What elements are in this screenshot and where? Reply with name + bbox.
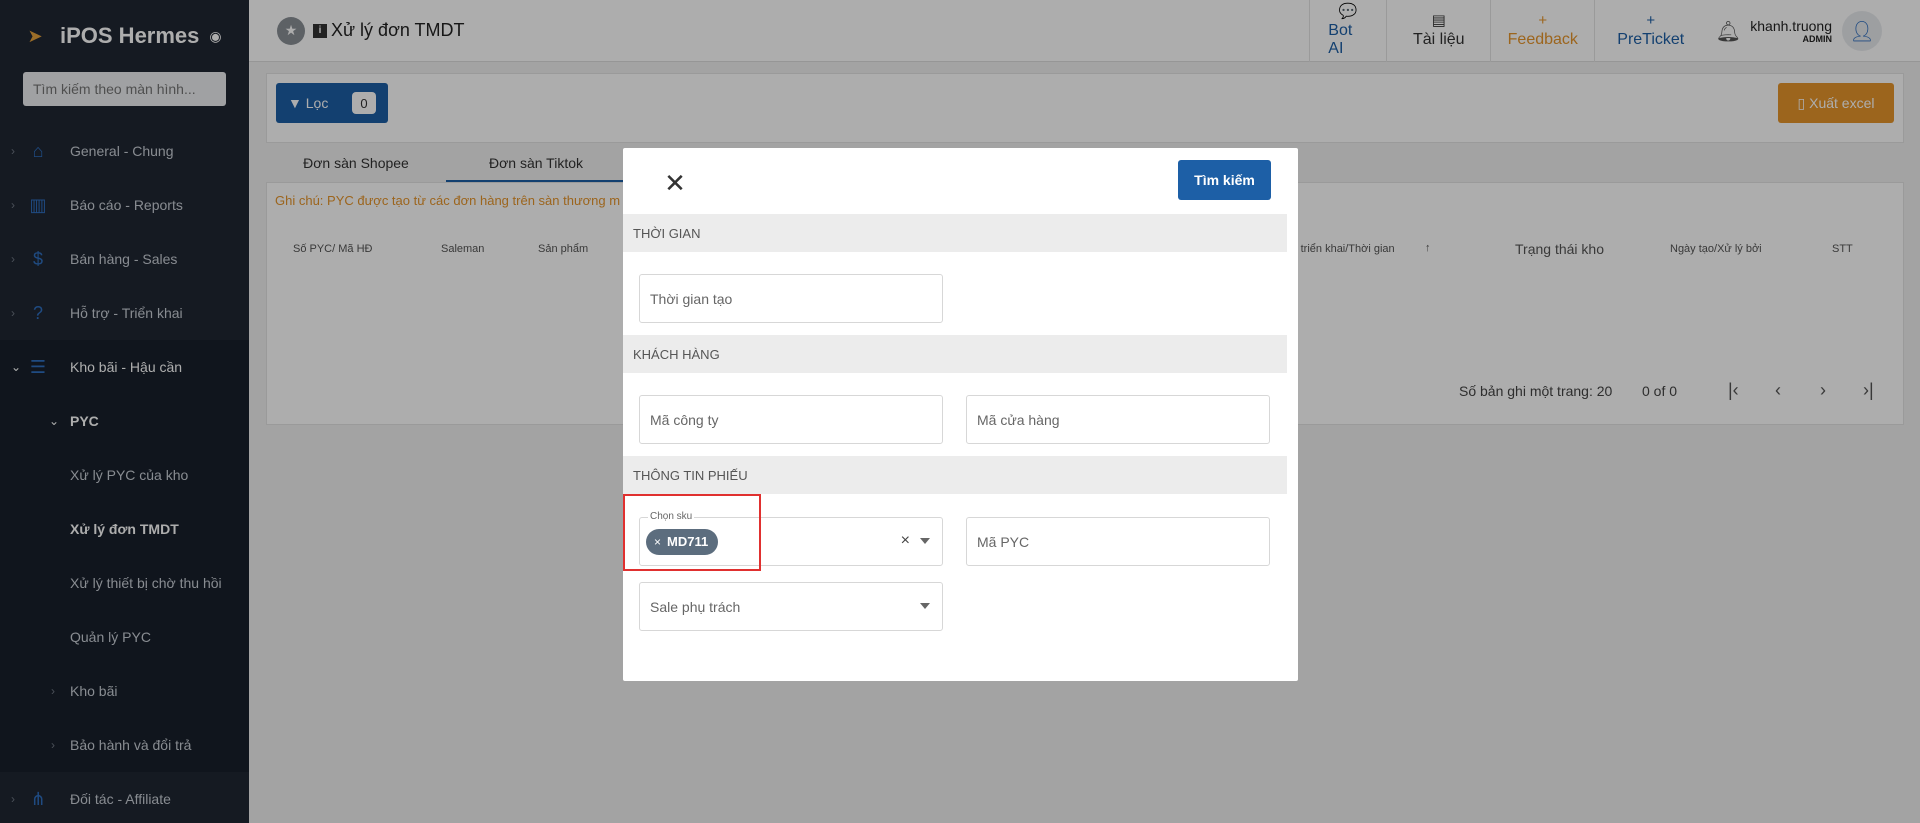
field-placeholder: Thời gian tạo xyxy=(650,290,733,307)
created-time-field[interactable]: Thời gian tạo xyxy=(639,274,943,323)
search-modal: ✕ Tìm kiếm THỜI GIAN Thời gian tạo KHÁCH… xyxy=(623,148,1298,681)
field-placeholder: Mã PYC xyxy=(977,533,1030,550)
company-code-field[interactable]: Mã công ty xyxy=(639,395,943,444)
field-placeholder: Mã cửa hàng xyxy=(977,411,1060,428)
field-placeholder: Mã công ty xyxy=(650,411,719,428)
search-button[interactable]: Tìm kiếm xyxy=(1178,160,1271,200)
chevron-down-icon[interactable] xyxy=(920,603,930,609)
sale-owner-select[interactable]: Sale phụ trách xyxy=(639,582,943,631)
section-customer: KHÁCH HÀNG xyxy=(623,335,1287,373)
section-ticket-info: THÔNG TIN PHIẾU xyxy=(623,456,1287,494)
store-code-field[interactable]: Mã cửa hàng xyxy=(966,395,1270,444)
highlight-box xyxy=(623,494,761,571)
field-placeholder: Sale phụ trách xyxy=(650,598,741,615)
section-time: THỜI GIAN xyxy=(623,214,1287,252)
close-icon[interactable]: ✕ xyxy=(660,168,690,198)
chevron-down-icon[interactable] xyxy=(920,538,930,544)
pyc-code-field[interactable]: Mã PYC xyxy=(966,517,1270,566)
clear-icon[interactable]: × xyxy=(901,532,910,550)
